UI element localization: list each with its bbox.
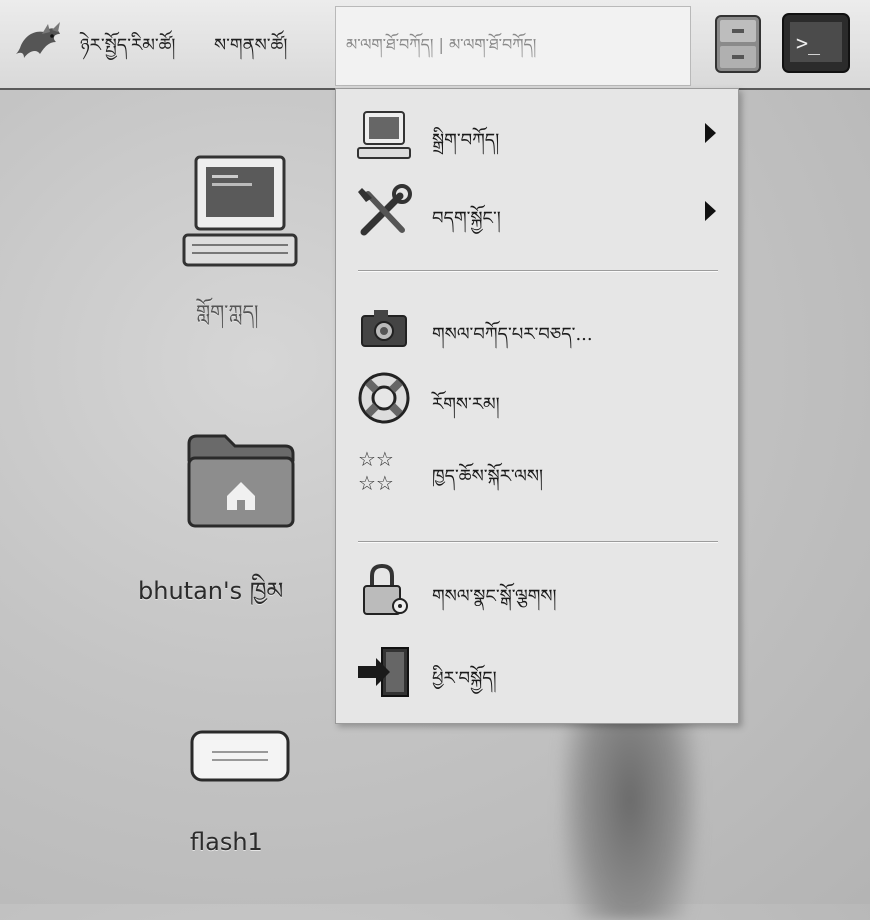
svg-text:☆☆: ☆☆ <box>358 471 394 495</box>
top-panel: ཉེར་སྤྱོད་རིམ་ཚོ། ས་གནས་ཚོ། མ་ལག་ཐོ་བཀོད… <box>0 0 870 90</box>
drive-icon[interactable] <box>188 728 292 784</box>
system-menu[interactable]: མ་ལག་ཐོ་བཀོད། | མ་ལག་ཐོ་བཀོད། <box>335 6 691 86</box>
desktop-label-computer: གློག་ཀླད། <box>196 300 259 324</box>
places-menu[interactable]: ས་གནས་ཚོ། <box>214 26 287 76</box>
applications-menu[interactable]: ཉེར་སྤྱོད་རིམ་ཚོ། <box>80 26 175 76</box>
system-dropdown-menu: སྒྲིག་བཀོད། བདག་སྐྱོང་། གསལ་བཀོད་པར་བཅད་… <box>335 88 739 724</box>
svg-text:>_: >_ <box>796 31 821 55</box>
lifebuoy-icon <box>358 372 410 424</box>
menu-item-label: ཁྱད་ཆོས་སྐོར་ལས། <box>432 466 544 487</box>
menu-item-label: བདག་སྐྱོང་། <box>432 208 501 229</box>
about-stars-icon: ☆☆ ☆☆ <box>358 447 394 495</box>
menu-item-label: གསལ་སྣང་སྒོ་ལྕགས། <box>432 586 557 607</box>
menu-item-label: རོགས་རམ། <box>432 394 500 415</box>
menu-item-about[interactable]: ☆☆ ☆☆ ཁྱད་ཆོས་སྐོར་ལས། <box>336 435 738 505</box>
menu-item-screenshot[interactable]: གསལ་བཀོད་པར་བཅད་... <box>336 293 738 363</box>
desktop-label-flash: flash1 <box>190 828 263 856</box>
menu-item-preferences[interactable]: སྒྲིག་བཀོད། <box>336 99 738 169</box>
computer-icon[interactable] <box>178 155 302 270</box>
logout-icon <box>358 647 409 697</box>
system-menu-label: མ་ལག་ཐོ་བཀོད། | མ་ལག་ཐོ་བཀོད། <box>346 35 537 54</box>
computer-icon <box>357 111 411 159</box>
menu-item-label: ཕྱིར་བསྐྱོད། <box>432 668 497 689</box>
file-cabinet-icon[interactable] <box>710 10 766 76</box>
camera-icon <box>361 310 407 347</box>
menu-item-logout[interactable]: ཕྱིར་བསྐྱོད། <box>336 637 738 707</box>
terminal-icon[interactable]: >_ <box>780 10 852 76</box>
menu-item-label: སྒྲིག་བཀོད། <box>432 130 500 151</box>
submenu-arrow-icon <box>705 201 716 221</box>
menu-separator <box>358 541 718 543</box>
menu-separator <box>358 270 718 272</box>
lock-screen-icon <box>363 563 408 615</box>
dragon-logo-icon[interactable] <box>14 18 64 66</box>
submenu-arrow-icon <box>705 123 716 143</box>
menu-item-administration[interactable]: བདག་སྐྱོང་། <box>336 177 738 247</box>
menu-item-help[interactable]: རོགས་རམ། <box>336 363 738 433</box>
home-folder-icon[interactable] <box>185 430 297 530</box>
desktop-label-home: bhutan's ཁྱིམ <box>138 577 284 605</box>
svg-text:☆☆: ☆☆ <box>358 447 394 471</box>
menu-item-lock-screen[interactable]: གསལ་སྣང་སྒོ་ལྕགས། <box>336 555 738 625</box>
tools-icon <box>358 184 412 236</box>
menu-item-label: གསལ་བཀོད་པར་བཅད་... <box>432 324 593 345</box>
